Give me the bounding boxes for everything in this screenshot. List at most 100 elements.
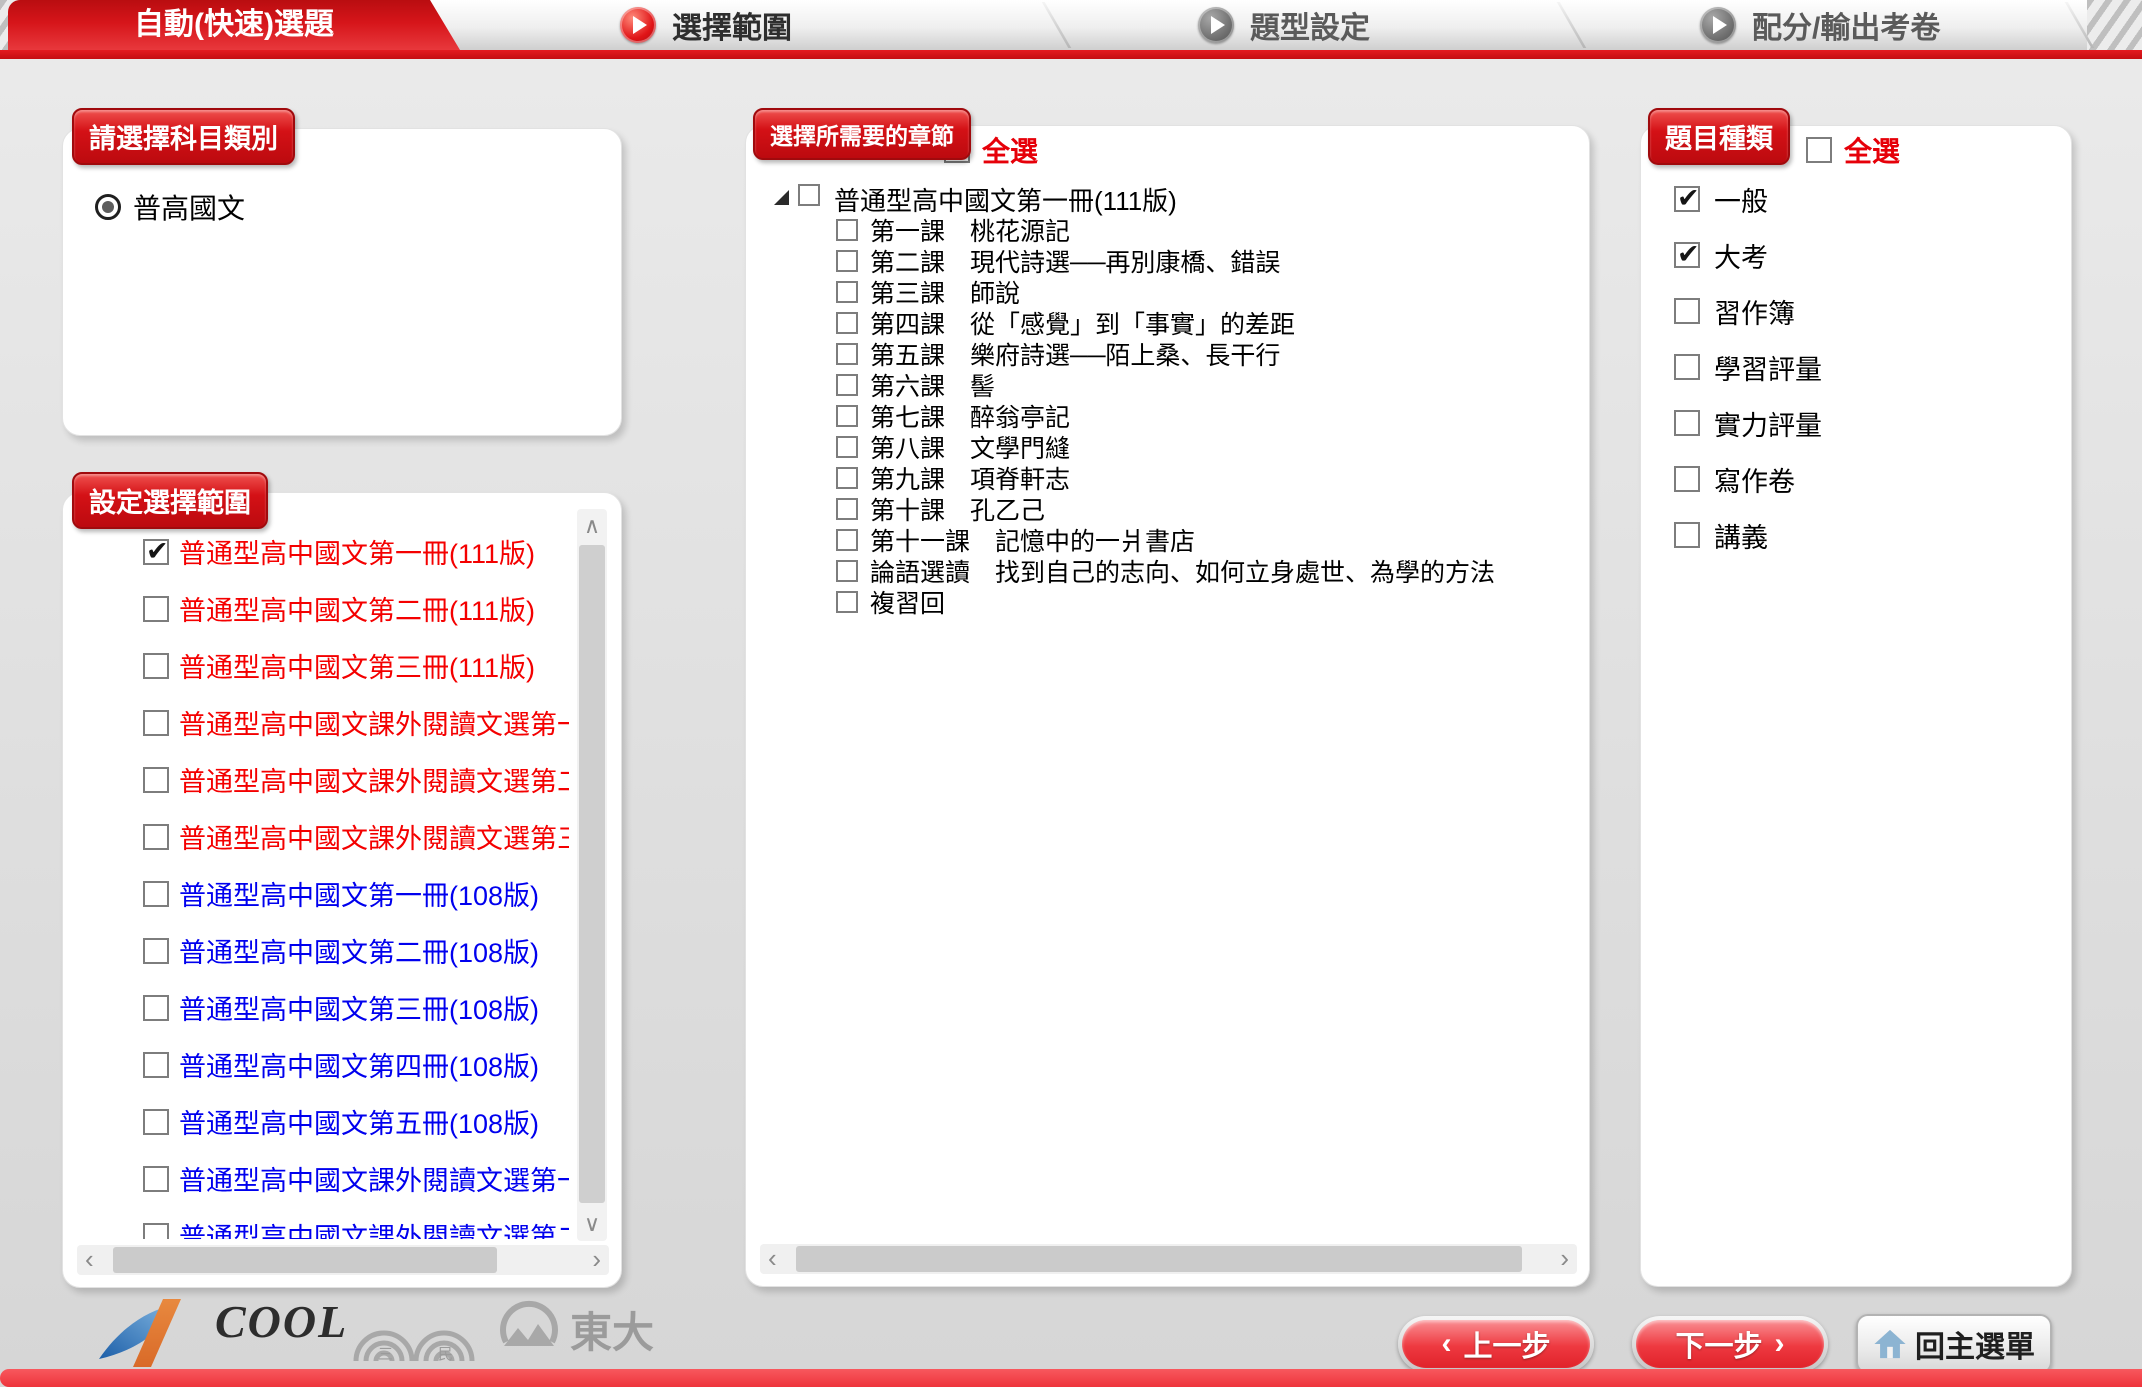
checkbox[interactable] bbox=[143, 539, 169, 565]
qtype-item[interactable]: 講義 bbox=[1641, 507, 2071, 563]
range-item[interactable]: 普通型高中國文第五冊(108版) bbox=[63, 1093, 569, 1150]
radio-button[interactable] bbox=[95, 194, 121, 220]
checkbox[interactable] bbox=[836, 250, 858, 272]
qtype-item-label[interactable]: 實力評量 bbox=[1714, 404, 1822, 443]
chapter-label[interactable]: 論語選讀 找到自己的志向、如何立身處世、為學的方法 bbox=[870, 553, 1495, 589]
checkbox[interactable] bbox=[836, 467, 858, 489]
checkbox[interactable] bbox=[836, 560, 858, 582]
checkbox[interactable] bbox=[1674, 466, 1700, 492]
checkbox[interactable] bbox=[143, 995, 169, 1021]
scroll-right-icon[interactable]: › bbox=[1560, 1244, 1569, 1274]
chapter-row[interactable]: 第七課 醉翁亭記 bbox=[746, 400, 1590, 431]
range-item-label[interactable]: 普通型高中國文課外閱讀文選第一冊(10 bbox=[179, 1159, 569, 1198]
scrollbar-thumb[interactable] bbox=[579, 545, 605, 1203]
qtype-item-label[interactable]: 學習評量 bbox=[1714, 348, 1822, 387]
qtype-item[interactable]: 學習評量 bbox=[1641, 339, 2071, 395]
subject-option-label[interactable]: 普高國文 bbox=[133, 187, 245, 227]
checkbox[interactable] bbox=[1674, 186, 1700, 212]
checkbox[interactable] bbox=[143, 1223, 169, 1240]
range-item[interactable]: 普通型高中國文課外閱讀文選第二冊(11 bbox=[63, 751, 569, 808]
qtype-item[interactable]: 一般 bbox=[1641, 171, 2071, 227]
range-item-label[interactable]: 普通型高中國文第四冊(108版) bbox=[179, 1045, 539, 1084]
range-item[interactable]: 普通型高中國文第二冊(108版) bbox=[63, 922, 569, 979]
qtype-item[interactable]: 大考 bbox=[1641, 227, 2071, 283]
scroll-left-icon[interactable]: ‹ bbox=[85, 1245, 94, 1275]
qtype-select-all[interactable]: 全選 bbox=[1806, 130, 1900, 170]
checkbox[interactable] bbox=[143, 1109, 169, 1135]
checkbox[interactable] bbox=[143, 767, 169, 793]
checkbox[interactable] bbox=[1806, 137, 1832, 163]
range-item[interactable]: 普通型高中國文第一冊(111版) bbox=[63, 523, 569, 580]
tab-label[interactable]: 配分/輸出考卷 bbox=[1752, 3, 1940, 47]
chapter-row[interactable]: 第四課 從「感覺」到「事實」的差距 bbox=[746, 307, 1590, 338]
checkbox[interactable] bbox=[1674, 522, 1700, 548]
next-button[interactable]: 下一步 › bbox=[1632, 1316, 1828, 1372]
chapter-row[interactable]: 第一課 桃花源記 bbox=[746, 214, 1590, 245]
checkbox[interactable] bbox=[836, 343, 858, 365]
range-item[interactable]: 普通型高中國文第二冊(111版) bbox=[63, 580, 569, 637]
checkbox[interactable] bbox=[836, 591, 858, 613]
home-menu-button[interactable]: 回主選單 bbox=[1856, 1314, 2052, 1374]
range-item-label[interactable]: 普通型高中國文第一冊(111版) bbox=[179, 532, 535, 571]
checkbox[interactable] bbox=[836, 219, 858, 241]
checkbox[interactable] bbox=[1674, 410, 1700, 436]
qtype-item[interactable]: 寫作卷 bbox=[1641, 451, 2071, 507]
checkbox[interactable] bbox=[143, 938, 169, 964]
checkbox[interactable] bbox=[143, 653, 169, 679]
range-item-label[interactable]: 普通型高中國文第三冊(111版) bbox=[179, 646, 535, 685]
next-button-label[interactable]: 下一步 bbox=[1675, 1323, 1762, 1365]
qtype-item-label[interactable]: 講義 bbox=[1714, 516, 1768, 555]
range-item-label[interactable]: 普通型高中國文課外閱讀文選第二冊(11 bbox=[179, 760, 569, 799]
scrollbar-thumb[interactable] bbox=[796, 1246, 1522, 1272]
checkbox[interactable] bbox=[836, 312, 858, 334]
back-button[interactable]: ‹ 上一步 bbox=[1398, 1316, 1594, 1372]
vertical-scrollbar[interactable]: ∧ ∨ bbox=[577, 509, 607, 1241]
range-item-label[interactable]: 普通型高中國文第五冊(108版) bbox=[179, 1102, 539, 1141]
checkbox[interactable] bbox=[1674, 242, 1700, 268]
range-item[interactable]: 普通型高中國文第四冊(108版) bbox=[63, 1036, 569, 1093]
scroll-up-icon[interactable]: ∧ bbox=[577, 513, 607, 539]
tab-label[interactable]: 題型設定 bbox=[1250, 3, 1370, 47]
checkbox[interactable] bbox=[836, 405, 858, 427]
checkbox[interactable] bbox=[836, 281, 858, 303]
range-item-label[interactable]: 普通型高中國文課外閱讀文選第三冊(11 bbox=[179, 817, 569, 856]
range-item-label[interactable]: 普通型高中國文課外閱讀文選第二冊(10 bbox=[179, 1216, 569, 1239]
chapter-row[interactable]: 第八課 文學門縫 bbox=[746, 431, 1590, 462]
range-item-label[interactable]: 普通型高中國文第二冊(111版) bbox=[179, 589, 535, 628]
range-item[interactable]: 普通型高中國文第三冊(108版) bbox=[63, 979, 569, 1036]
tab-auto-quick-select[interactable]: 自動(快速)選題 bbox=[8, 0, 460, 50]
scroll-down-icon[interactable]: ∨ bbox=[577, 1211, 607, 1237]
range-item-label[interactable]: 普通型高中國文第二冊(108版) bbox=[179, 931, 539, 970]
tab-score-output[interactable]: 配分/輸出考卷 bbox=[1700, 0, 1940, 50]
horizontal-scrollbar[interactable]: ‹ › bbox=[760, 1244, 1577, 1274]
tab-question-type-setting[interactable]: 題型設定 bbox=[1198, 0, 1370, 50]
tab-select-range[interactable]: 選擇範圍 bbox=[620, 0, 792, 50]
chapter-row[interactable]: 論語選讀 找到自己的志向、如何立身處世、為學的方法 bbox=[746, 555, 1590, 586]
chapter-row[interactable]: 複習回 bbox=[746, 586, 1590, 617]
back-button-label[interactable]: 上一步 bbox=[1463, 1323, 1550, 1365]
home-button-label[interactable]: 回主選單 bbox=[1915, 1322, 2035, 1366]
checkbox[interactable] bbox=[836, 374, 858, 396]
checkbox[interactable] bbox=[143, 824, 169, 850]
horizontal-scrollbar[interactable]: ‹ › bbox=[77, 1245, 609, 1275]
scroll-left-icon[interactable]: ‹ bbox=[768, 1244, 777, 1274]
checkbox[interactable] bbox=[143, 596, 169, 622]
chapter-row[interactable]: 第五課 樂府詩選──陌上桑、長干行 bbox=[746, 338, 1590, 369]
checkbox[interactable] bbox=[143, 1166, 169, 1192]
chapter-tree-root[interactable]: 普通型高中國文第一冊(111版) bbox=[746, 181, 1590, 214]
chapter-row[interactable]: 第六課 髻 bbox=[746, 369, 1590, 400]
range-item[interactable]: 普通型高中國文課外閱讀文選第一冊(11 bbox=[63, 694, 569, 751]
chapter-label[interactable]: 複習回 bbox=[870, 584, 945, 620]
chapter-row[interactable]: 第二課 現代詩選──再別康橋、錯誤 bbox=[746, 245, 1590, 276]
checkbox[interactable] bbox=[836, 498, 858, 520]
qtype-item-label[interactable]: 習作簿 bbox=[1714, 292, 1795, 331]
scrollbar-thumb[interactable] bbox=[113, 1247, 497, 1273]
select-all-label[interactable]: 全選 bbox=[982, 130, 1038, 170]
range-item-label[interactable]: 普通型高中國文課外閱讀文選第一冊(11 bbox=[179, 703, 569, 742]
checkbox[interactable] bbox=[836, 436, 858, 458]
subject-option[interactable]: 普高國文 bbox=[95, 187, 245, 227]
scroll-right-icon[interactable]: › bbox=[592, 1245, 601, 1275]
checkbox[interactable] bbox=[836, 529, 858, 551]
checkbox[interactable] bbox=[143, 881, 169, 907]
tree-expanded-icon[interactable] bbox=[774, 190, 789, 205]
